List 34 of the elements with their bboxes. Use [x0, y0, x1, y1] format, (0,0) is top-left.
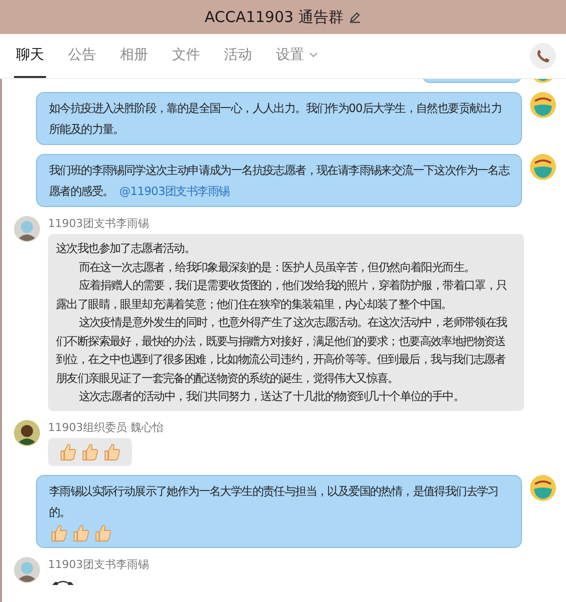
sender-name: 11903团支书李雨锡 — [48, 216, 149, 231]
message-text: 这次疫情是意外发生的同时，也意外得产生了这次志愿活动。在这次活动中，老师带领在我们不断探索最好，最快的办法，既要与捐赠方对接好，满足他们的要求；也要高效率地把物资送到位，在之中也遇到了很多困难，比如物流公司违约，开高价等等。但到最后，我与我们志愿者朋友们亲眼见证了一套完备的配送物资的系统的诞生，觉得伟大又惊喜。 — [56, 314, 508, 386]
message-text: 这次志愿者的活动中，我们共同努力，送达了十几批的物资到几十个单位的手中。 — [78, 388, 465, 405]
avatar[interactable] — [14, 556, 40, 582]
phone-icon — [535, 48, 551, 64]
avatar[interactable] — [530, 154, 556, 180]
tab[interactable]: 公告 — [66, 34, 98, 78]
tab[interactable]: 聊天 — [14, 34, 46, 78]
avatar[interactable] — [530, 474, 556, 500]
message-text: 而在这一次志愿者，给我印象最深刻的是：医护人员虽辛苦，但仍然向着阳光而生。 — [78, 258, 476, 276]
phone-button[interactable] — [530, 43, 556, 69]
mention-link[interactable]: @11903团支书李雨锡 — [119, 184, 230, 198]
window-title: ACCA11903 通告群 — [204, 8, 344, 26]
tab[interactable]: 活动 — [222, 34, 254, 78]
tab[interactable]: 相册 — [118, 34, 150, 78]
sender-name: 11903团支书李雨锡 — [48, 556, 149, 572]
avatar[interactable] — [530, 92, 556, 118]
message-text: 我们班的李雨锡同学这次主动申请成为一名抗疫志愿者，现在请李雨锡来交流一下这次作为一名志愿者的感受。 @11903团支书李雨锡 — [49, 162, 511, 200]
message-text: 应着捐赠人的需要，我们是需要收货图的，他们发给我的照片，穿着防护服，带着口罩，只露出了眼睛，眼里却充满着笑意；他们住在狭窄的集装箱里，内心却装了整个中国。 — [56, 277, 508, 312]
thumbs-up-icon — [93, 522, 113, 542]
message-text: 李雨锡以实际行动展示了她作为一名大学生的责任与担当，以及爱国的热情，是值得我们去学习的。 — [49, 482, 500, 520]
avatar[interactable] — [14, 420, 40, 446]
avatar[interactable] — [14, 216, 40, 242]
thumbs-up-icon — [71, 522, 91, 542]
message-text: 这次我也参加了志愿者活动。 — [56, 240, 196, 257]
thumbs-up-icon — [102, 442, 122, 462]
message-text: 如今抗疫进入决胜阶段，靠的是全国一心，人人出力。我们作为00后大学生，自然也要贡献出力所能及的力量。 — [49, 100, 503, 138]
thumbs-up-icon — [49, 522, 69, 542]
thumbs-up-icon — [80, 442, 100, 462]
tab[interactable]: 设置 — [274, 34, 320, 78]
pencil-icon[interactable] — [349, 11, 362, 23]
thumbs-up-icon — [58, 442, 78, 462]
tab[interactable]: 文件 — [170, 34, 202, 78]
sender-name: 11903组织委员 魏心怡 — [48, 420, 164, 434]
